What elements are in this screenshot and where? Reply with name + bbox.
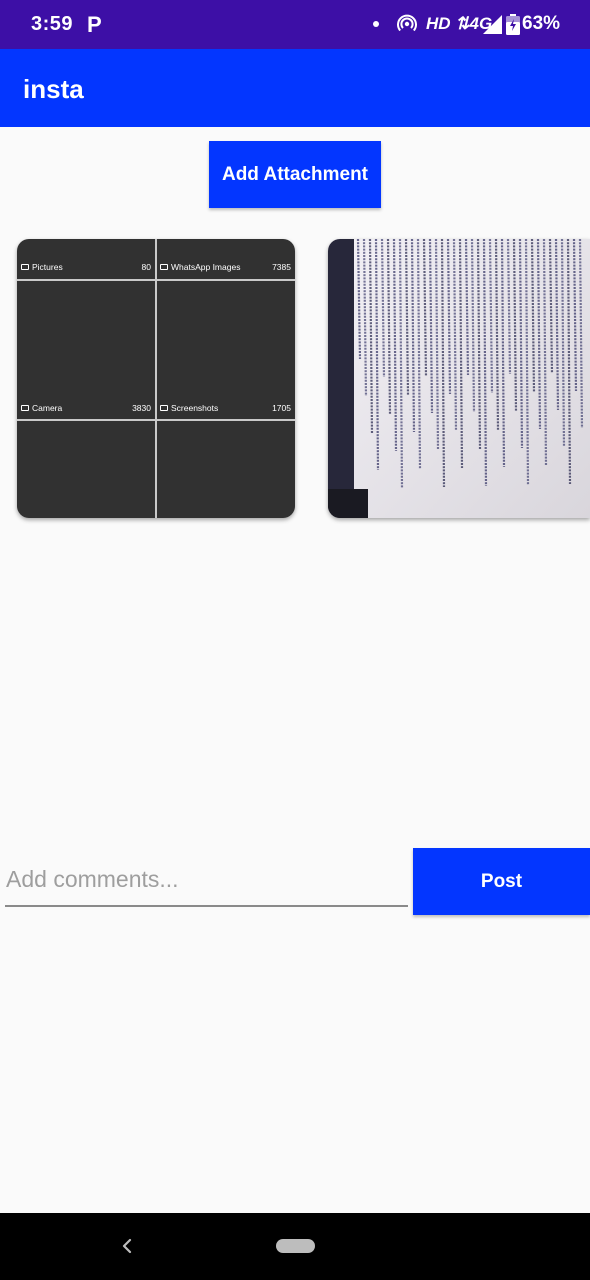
grid-divider [17, 419, 295, 421]
comment-input[interactable] [5, 853, 408, 907]
folder-screenshots: Screenshots [160, 403, 218, 413]
folder-name: Camera [32, 403, 63, 413]
folder-name: WhatsApp Images [171, 262, 241, 272]
folder-name: Pictures [32, 262, 63, 272]
add-attachment-button[interactable]: Add Attachment [209, 141, 381, 208]
notification-dot-icon [373, 21, 379, 27]
app-bar: insta [0, 49, 590, 127]
status-bar: 3:59 P HD ⇅4G 63% [0, 0, 590, 49]
back-icon[interactable] [116, 1234, 138, 1258]
battery-icon [506, 14, 520, 35]
folder-pictures: Pictures [21, 262, 63, 272]
folder-camera: Camera [21, 403, 62, 413]
attachment-thumbnail-gallery[interactable]: Pictures 80 WhatsApp Images 7385 Camera … [17, 239, 295, 518]
folder-count: 80 [141, 262, 151, 272]
signal-icon [483, 15, 502, 34]
photo-of-monitor-text-image [328, 239, 590, 518]
app-title: insta [23, 74, 84, 104]
status-time: 3:59 [31, 13, 74, 35]
home-button[interactable] [276, 1239, 315, 1253]
folder-whatsapp-images: WhatsApp Images [160, 262, 240, 272]
folder-count: 3830 [132, 403, 151, 413]
grid-divider [17, 279, 295, 281]
folder-icon [160, 264, 168, 270]
post-button[interactable]: Post [413, 848, 590, 915]
battery-percentage: 63% [522, 13, 561, 34]
folder-icon [21, 405, 29, 411]
folder-name: Screenshots [171, 403, 219, 413]
hotspot-icon [397, 14, 417, 32]
folder-count: 1705 [272, 403, 291, 413]
notification-app-icon: P [87, 12, 102, 37]
folder-count: 7385 [272, 262, 291, 272]
folder-icon [160, 405, 168, 411]
attachment-thumbnail-photo[interactable] [328, 239, 590, 518]
folder-icon [21, 264, 29, 270]
